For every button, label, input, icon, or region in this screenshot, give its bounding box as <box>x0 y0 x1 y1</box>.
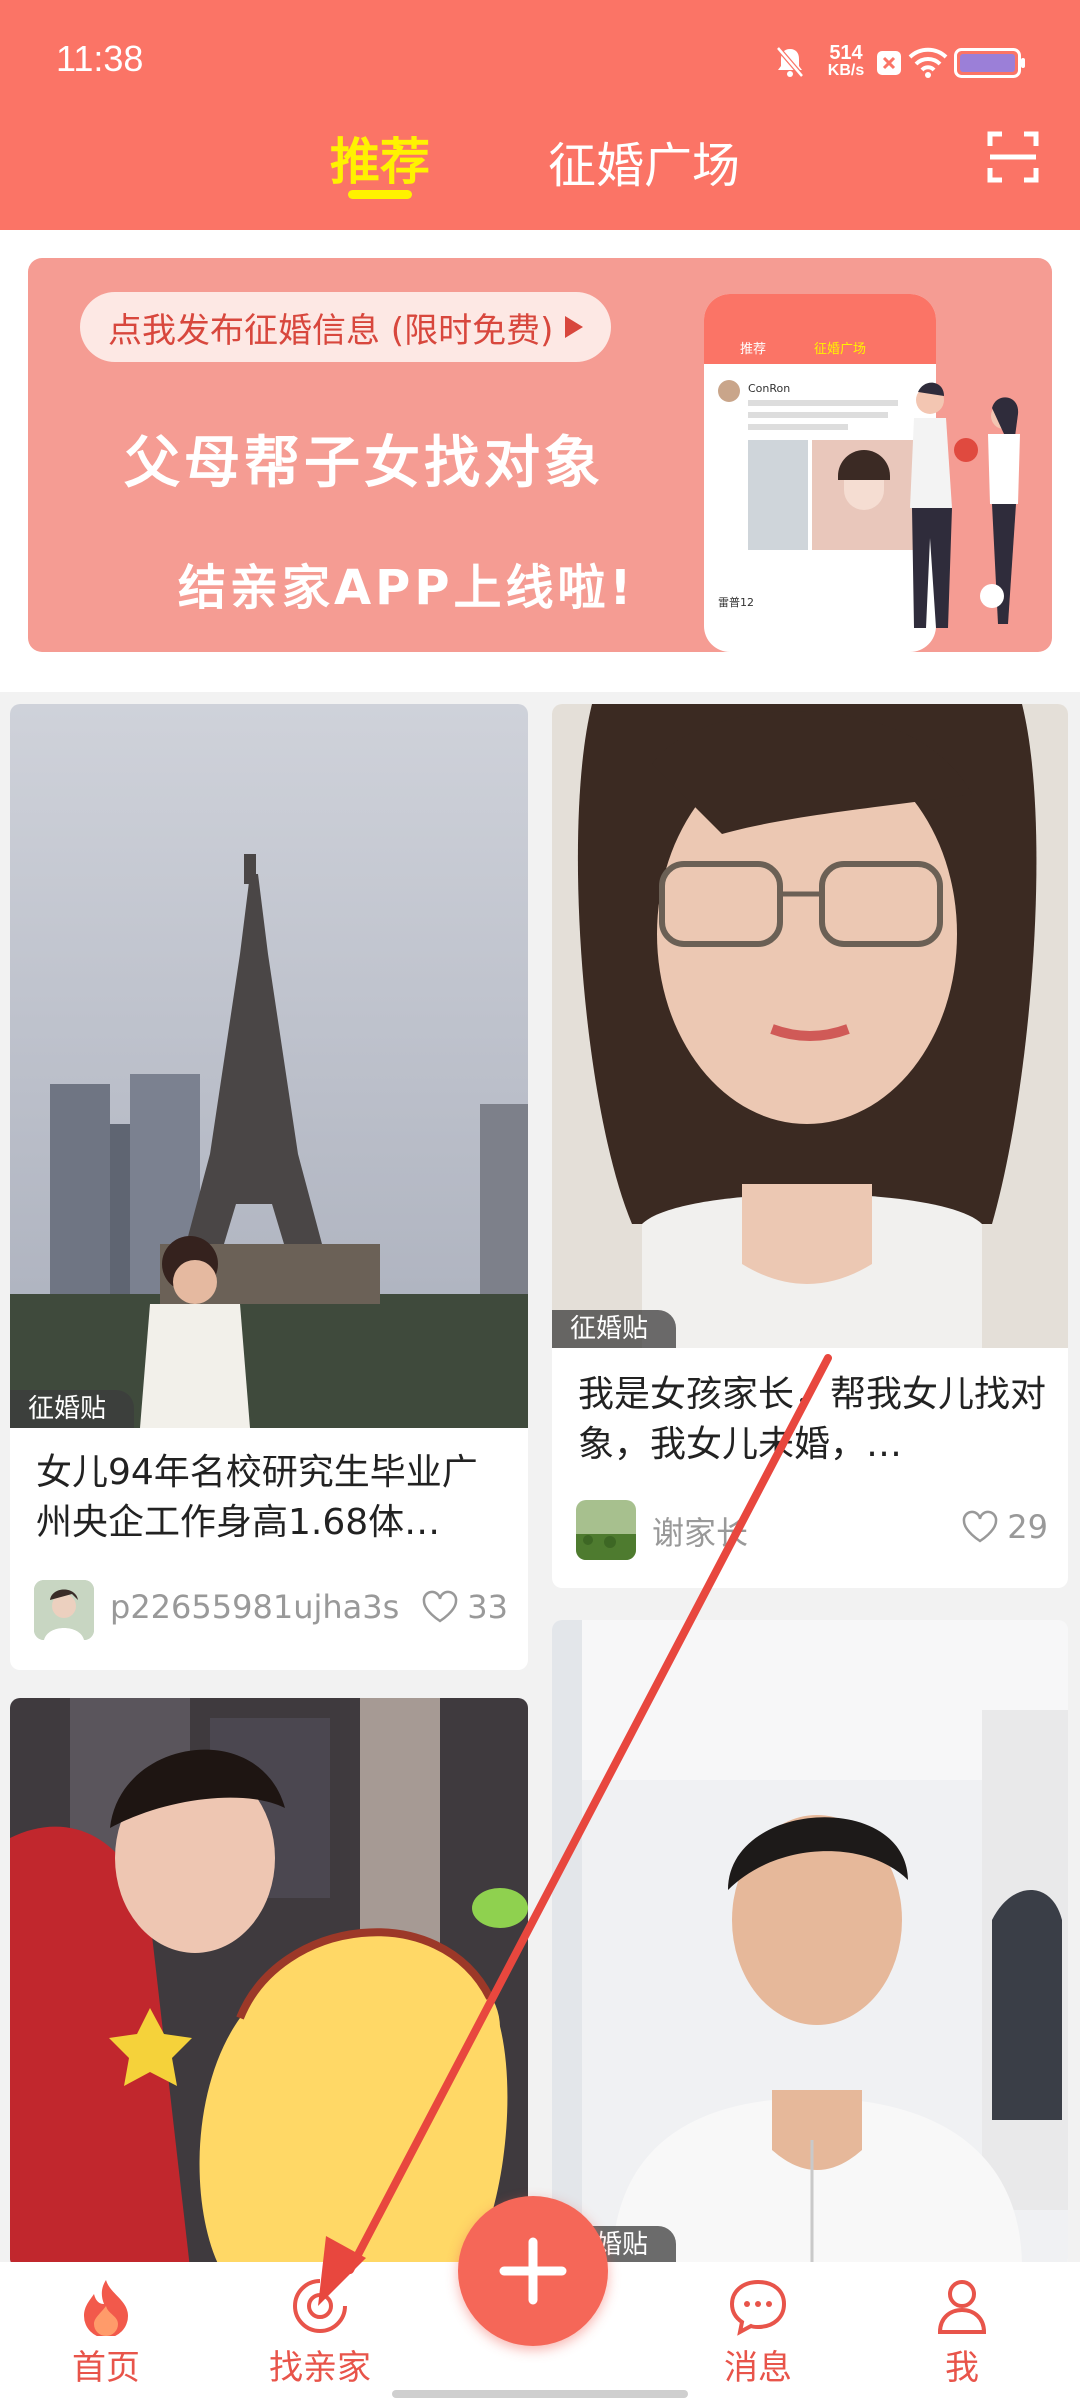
battery-icon <box>954 48 1025 78</box>
tab-messages[interactable]: 消息 <box>706 2276 810 2389</box>
like-count: 29 <box>1007 1508 1048 1546</box>
tab-messages-label: 消息 <box>724 2348 792 2388</box>
target-icon <box>293 2278 348 2333</box>
post-tag: 征婚贴 <box>552 1310 677 1348</box>
post-title: 我是女孩家长，帮我女儿找对象，我女儿未婚，… <box>578 1374 1047 1465</box>
publish-fab-button[interactable] <box>458 2196 608 2346</box>
couple-illustration <box>910 382 1020 628</box>
wifi-icon <box>908 47 948 78</box>
chat-bubble-icon <box>729 2279 787 2336</box>
banner-headline: 父母帮子女找对象 <box>124 431 604 496</box>
post-photo <box>552 704 1068 1348</box>
promo-banner[interactable]: 点我发布征婚信息 (限时免费) 父母帮子女找对象 结亲家APP上线啦! 推荐 征… <box>28 258 1052 652</box>
post-photo <box>552 1620 1068 2268</box>
gesture-home-indicator <box>392 2390 688 2398</box>
post-title: 女儿94年名校研究生毕业广州央企工作身高1.68体… <box>36 1452 478 1543</box>
tab-recommend[interactable]: 推荐 <box>330 122 430 194</box>
feed-card[interactable]: 征婚贴 女儿94年名校研究生毕业广州央企工作身高1.68体… p22655981… <box>10 704 528 1670</box>
plus-icon <box>499 2237 567 2305</box>
banner-subline: 结亲家APP上线啦! <box>178 560 636 616</box>
tab-me-label: 我 <box>945 2348 979 2388</box>
author-name: 谢家长 <box>652 1514 749 1552</box>
heart-icon <box>963 1510 998 1543</box>
mute-bell-icon <box>776 46 804 78</box>
notification-app-icon <box>877 51 901 75</box>
like-counter[interactable]: 29 <box>961 1508 1048 1546</box>
status-time: 11:38 <box>56 38 144 79</box>
tab-me[interactable]: 我 <box>912 2276 1012 2389</box>
heart-icon <box>423 1590 458 1623</box>
active-tab-indicator <box>348 190 412 199</box>
author-name: p22655981ujha3s <box>110 1588 400 1626</box>
scan-icon[interactable] <box>986 130 1040 184</box>
post-photo <box>10 704 528 1428</box>
play-triangle-icon <box>565 316 584 338</box>
author-avatar <box>576 1500 636 1560</box>
feed-card[interactable] <box>10 1698 528 2268</box>
tab-home-label: 首页 <box>72 2348 140 2388</box>
network-speed: 514 KB/s <box>827 42 865 79</box>
feed-card[interactable]: 征婚贴 <box>552 1620 1068 2268</box>
publish-cta-label: 点我发布征婚信息 (限时免费) <box>108 310 554 351</box>
tab-find-in-laws-label: 找亲家 <box>269 2348 371 2388</box>
tab-find-in-laws[interactable]: 找亲家 <box>254 2276 386 2389</box>
tab-home[interactable]: 首页 <box>54 2276 158 2389</box>
person-icon <box>937 2280 987 2334</box>
like-count: 33 <box>467 1588 508 1626</box>
like-counter[interactable]: 33 <box>421 1588 508 1626</box>
fire-icon <box>84 2280 128 2338</box>
app-header: 11:38 514 KB/s 推荐 征婚广场 <box>0 0 1080 230</box>
author-avatar <box>34 1580 94 1640</box>
post-photo <box>10 1698 528 2268</box>
post-tag: 征婚贴 <box>10 1390 135 1428</box>
feed-card[interactable]: 征婚贴 我是女孩家长，帮我女儿找对象，我女儿未婚，… 谢家长 29 <box>552 704 1068 1588</box>
tab-marriage-plaza[interactable]: 征婚广场 <box>548 126 740 196</box>
publish-cta[interactable]: 点我发布征婚信息 (限时免费) <box>80 292 612 362</box>
